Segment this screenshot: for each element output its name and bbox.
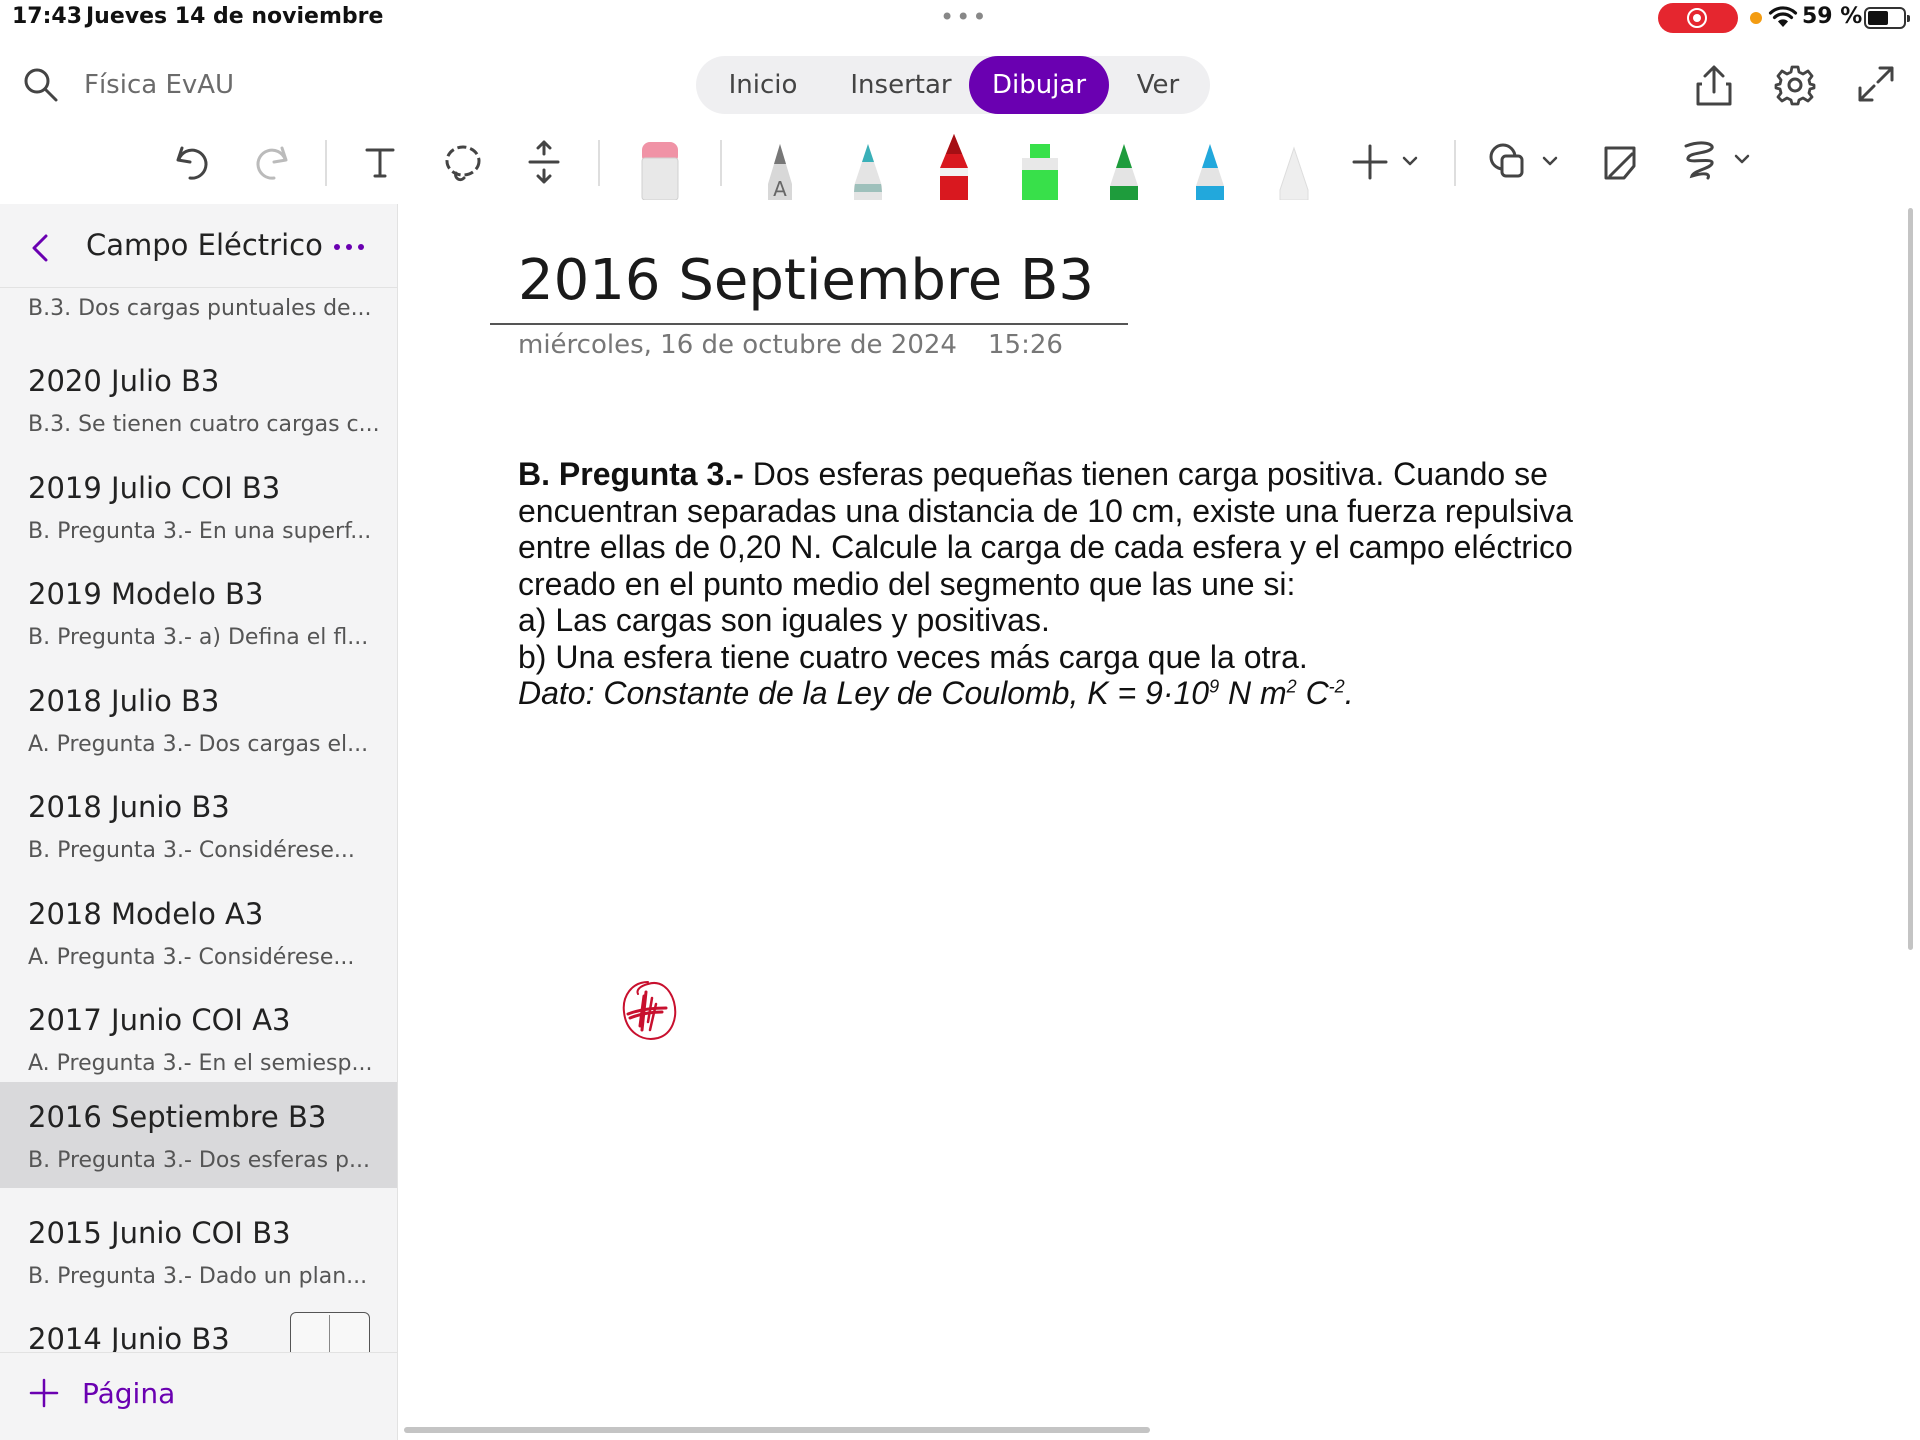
page-item[interactable]: 2019 Modelo B3 B. Pregunta 3.- a) Defina… (0, 559, 397, 665)
pencil-grey-icon[interactable]: A (758, 140, 802, 200)
pen-teal-icon[interactable] (846, 140, 890, 200)
pen-blue-icon[interactable] (1188, 140, 1232, 200)
page-item-snippet: B. Pregunta 3.- Dos esferas p... (28, 1148, 370, 1173)
page-item[interactable]: 2017 Junio COI A3 A. Pregunta 3.- En el … (0, 985, 397, 1091)
fullscreen-expand-icon[interactable] (1856, 64, 1896, 104)
pen-red-icon[interactable] (932, 132, 976, 200)
ink-charge-drawing[interactable] (620, 978, 680, 1044)
ribbon-divider (720, 140, 722, 186)
pen-green-icon[interactable] (1102, 140, 1146, 200)
tab-insertar[interactable]: Insertar (834, 56, 968, 114)
microphone-indicator-icon (1750, 12, 1762, 24)
page-item-snippet: A. Pregunta 3.- Dos cargas el... (28, 732, 369, 757)
tab-dibujar[interactable]: Dibujar (969, 56, 1109, 114)
page-item[interactable]: 2018 Julio B3 A. Pregunta 3.- Dos cargas… (0, 666, 397, 772)
page-item[interactable]: 2018 Junio B3 B. Pregunta 3.- Considéres… (0, 772, 397, 878)
status-date: Jueves 14 de noviembre (86, 4, 384, 29)
page-item[interactable]: 2020 Julio B3 B.3. Se tienen cuatro carg… (0, 346, 397, 452)
page-item-snippet: B. Pregunta 3.- Considérese... (28, 838, 355, 863)
ribbon-divider (1454, 140, 1456, 186)
page-title[interactable]: 2016 Septiembre B3 (518, 248, 1094, 313)
lasso-select-icon[interactable] (442, 142, 484, 184)
battery-icon (1864, 7, 1910, 29)
page-time: 15:26 (988, 330, 1063, 360)
page-item-snippet: B.3. Se tienen cuatro cargas c... (28, 412, 380, 437)
page-item[interactable]: 2015 Junio COI B3 B. Pregunta 3.- Dado u… (0, 1198, 397, 1304)
tab-ver[interactable]: Ver (1116, 56, 1200, 114)
page-item-snippet: A. Pregunta 3.- Considérese... (28, 945, 355, 970)
section-header: Campo Eléctrico (0, 204, 397, 288)
search-icon[interactable] (22, 66, 60, 104)
page-item-selected[interactable]: 2016 Septiembre B3 B. Pregunta 3.- Dos e… (0, 1082, 397, 1188)
ribbon-tabs: Inicio Insertar Dibujar Ver (696, 56, 1210, 114)
problem-text-block[interactable]: B. Pregunta 3.- Dos esferas pequeñas tie… (518, 456, 1598, 712)
screen-recording-icon[interactable] (1658, 3, 1738, 33)
text-icon[interactable] (362, 144, 398, 180)
page-date: miércoles, 16 de octubre de 2024 (518, 330, 957, 360)
page-item-snippet: B. Pregunta 3.- Dado un plan... (28, 1264, 368, 1289)
back-chevron-icon[interactable] (30, 232, 50, 264)
page-item-title: 2016 Septiembre B3 (28, 1100, 327, 1134)
section-title: Campo Eléctrico (86, 228, 323, 262)
settings-gear-icon[interactable] (1774, 64, 1816, 106)
page-item-title: 2014 Junio B3 (28, 1322, 230, 1356)
dato-prefix: Dato: Constante de la Ley de Coulomb, K … (518, 675, 1210, 711)
ink-to-shape-icon[interactable] (1600, 142, 1640, 184)
page-item-snippet: B. Pregunta 3.- a) Defina el fl... (28, 625, 369, 650)
page-item[interactable]: 2019 Julio COI B3 B. Pregunta 3.- En una… (0, 453, 397, 559)
share-icon[interactable] (1694, 64, 1734, 108)
dato-line: Dato: Constante de la Ley de Coulomb, K … (518, 675, 1598, 712)
question-paragraph: B. Pregunta 3.- Dos esferas pequeñas tie… (518, 456, 1598, 602)
title-divider (490, 323, 1128, 325)
horizontal-scrollbar[interactable] (404, 1427, 1150, 1433)
redo-icon[interactable] (252, 142, 292, 182)
ink-tools-icon[interactable] (1682, 140, 1752, 184)
ribbon-divider (325, 140, 327, 186)
add-space-icon[interactable] (526, 140, 562, 184)
page-item[interactable]: 2018 Modelo A3 A. Pregunta 3.- Considére… (0, 879, 397, 985)
tab-inicio[interactable]: Inicio (706, 56, 820, 114)
vertical-scrollbar[interactable] (1908, 208, 1913, 950)
pages-sidebar: Campo Eléctrico B.3. Dos cargas puntuale… (0, 204, 398, 1440)
add-pen-icon[interactable] (1352, 144, 1422, 180)
page-item-title: 2020 Julio B3 (28, 364, 220, 398)
svg-text:A: A (773, 177, 787, 200)
pen-white-icon[interactable] (1272, 140, 1316, 200)
dato-end: . (1344, 675, 1354, 711)
page-item-title: 2019 Julio COI B3 (28, 471, 281, 505)
more-options-icon[interactable] (332, 232, 366, 262)
status-bar: 17:43 Jueves 14 de noviembre ••• 59 % (0, 0, 1920, 36)
page-item-title: 2019 Modelo B3 (28, 577, 264, 611)
question-label: B. Pregunta 3.- (518, 456, 744, 492)
add-page-button[interactable]: Página (0, 1352, 397, 1440)
page-item-title: 2018 Junio B3 (28, 790, 230, 824)
undo-icon[interactable] (172, 142, 212, 182)
battery-percentage: 59 % (1802, 4, 1863, 29)
dato-unit: N m (1219, 675, 1287, 711)
status-time: 17:43 (12, 4, 83, 29)
page-item-title: 2018 Julio B3 (28, 684, 220, 718)
eraser-icon[interactable] (638, 140, 682, 200)
page-item-snippet: B. Pregunta 3.- En una superf... (28, 519, 372, 544)
highlighter-green-icon[interactable] (1016, 140, 1064, 200)
page-item-title: 2017 Junio COI A3 (28, 1003, 291, 1037)
shapes-icon[interactable] (1488, 142, 1560, 182)
part-b: b) Una esfera tiene cuatro veces más car… (518, 638, 1308, 675)
dato-exponent: 2 (1286, 676, 1297, 697)
part-a: a) Las cargas son iguales y positivas. (518, 602, 1050, 638)
dato-exponent: -2 (1328, 676, 1345, 697)
multitasking-dots-icon[interactable]: ••• (940, 3, 988, 31)
plus-icon (29, 1378, 59, 1408)
notebook-name[interactable]: Física EvAU (84, 70, 234, 100)
page-snippet[interactable]: B.3. Dos cargas puntuales de... (28, 296, 372, 321)
dato-unit: C (1296, 675, 1329, 711)
page-item-snippet: A. Pregunta 3.- En el semiesp... (28, 1051, 373, 1076)
ribbon-divider (598, 140, 600, 186)
add-page-label: Página (82, 1377, 176, 1410)
wifi-icon (1768, 6, 1798, 27)
dato-exponent: 9 (1209, 676, 1220, 697)
page-item-title: 2015 Junio COI B3 (28, 1216, 291, 1250)
page-item-title: 2018 Modelo A3 (28, 897, 264, 931)
